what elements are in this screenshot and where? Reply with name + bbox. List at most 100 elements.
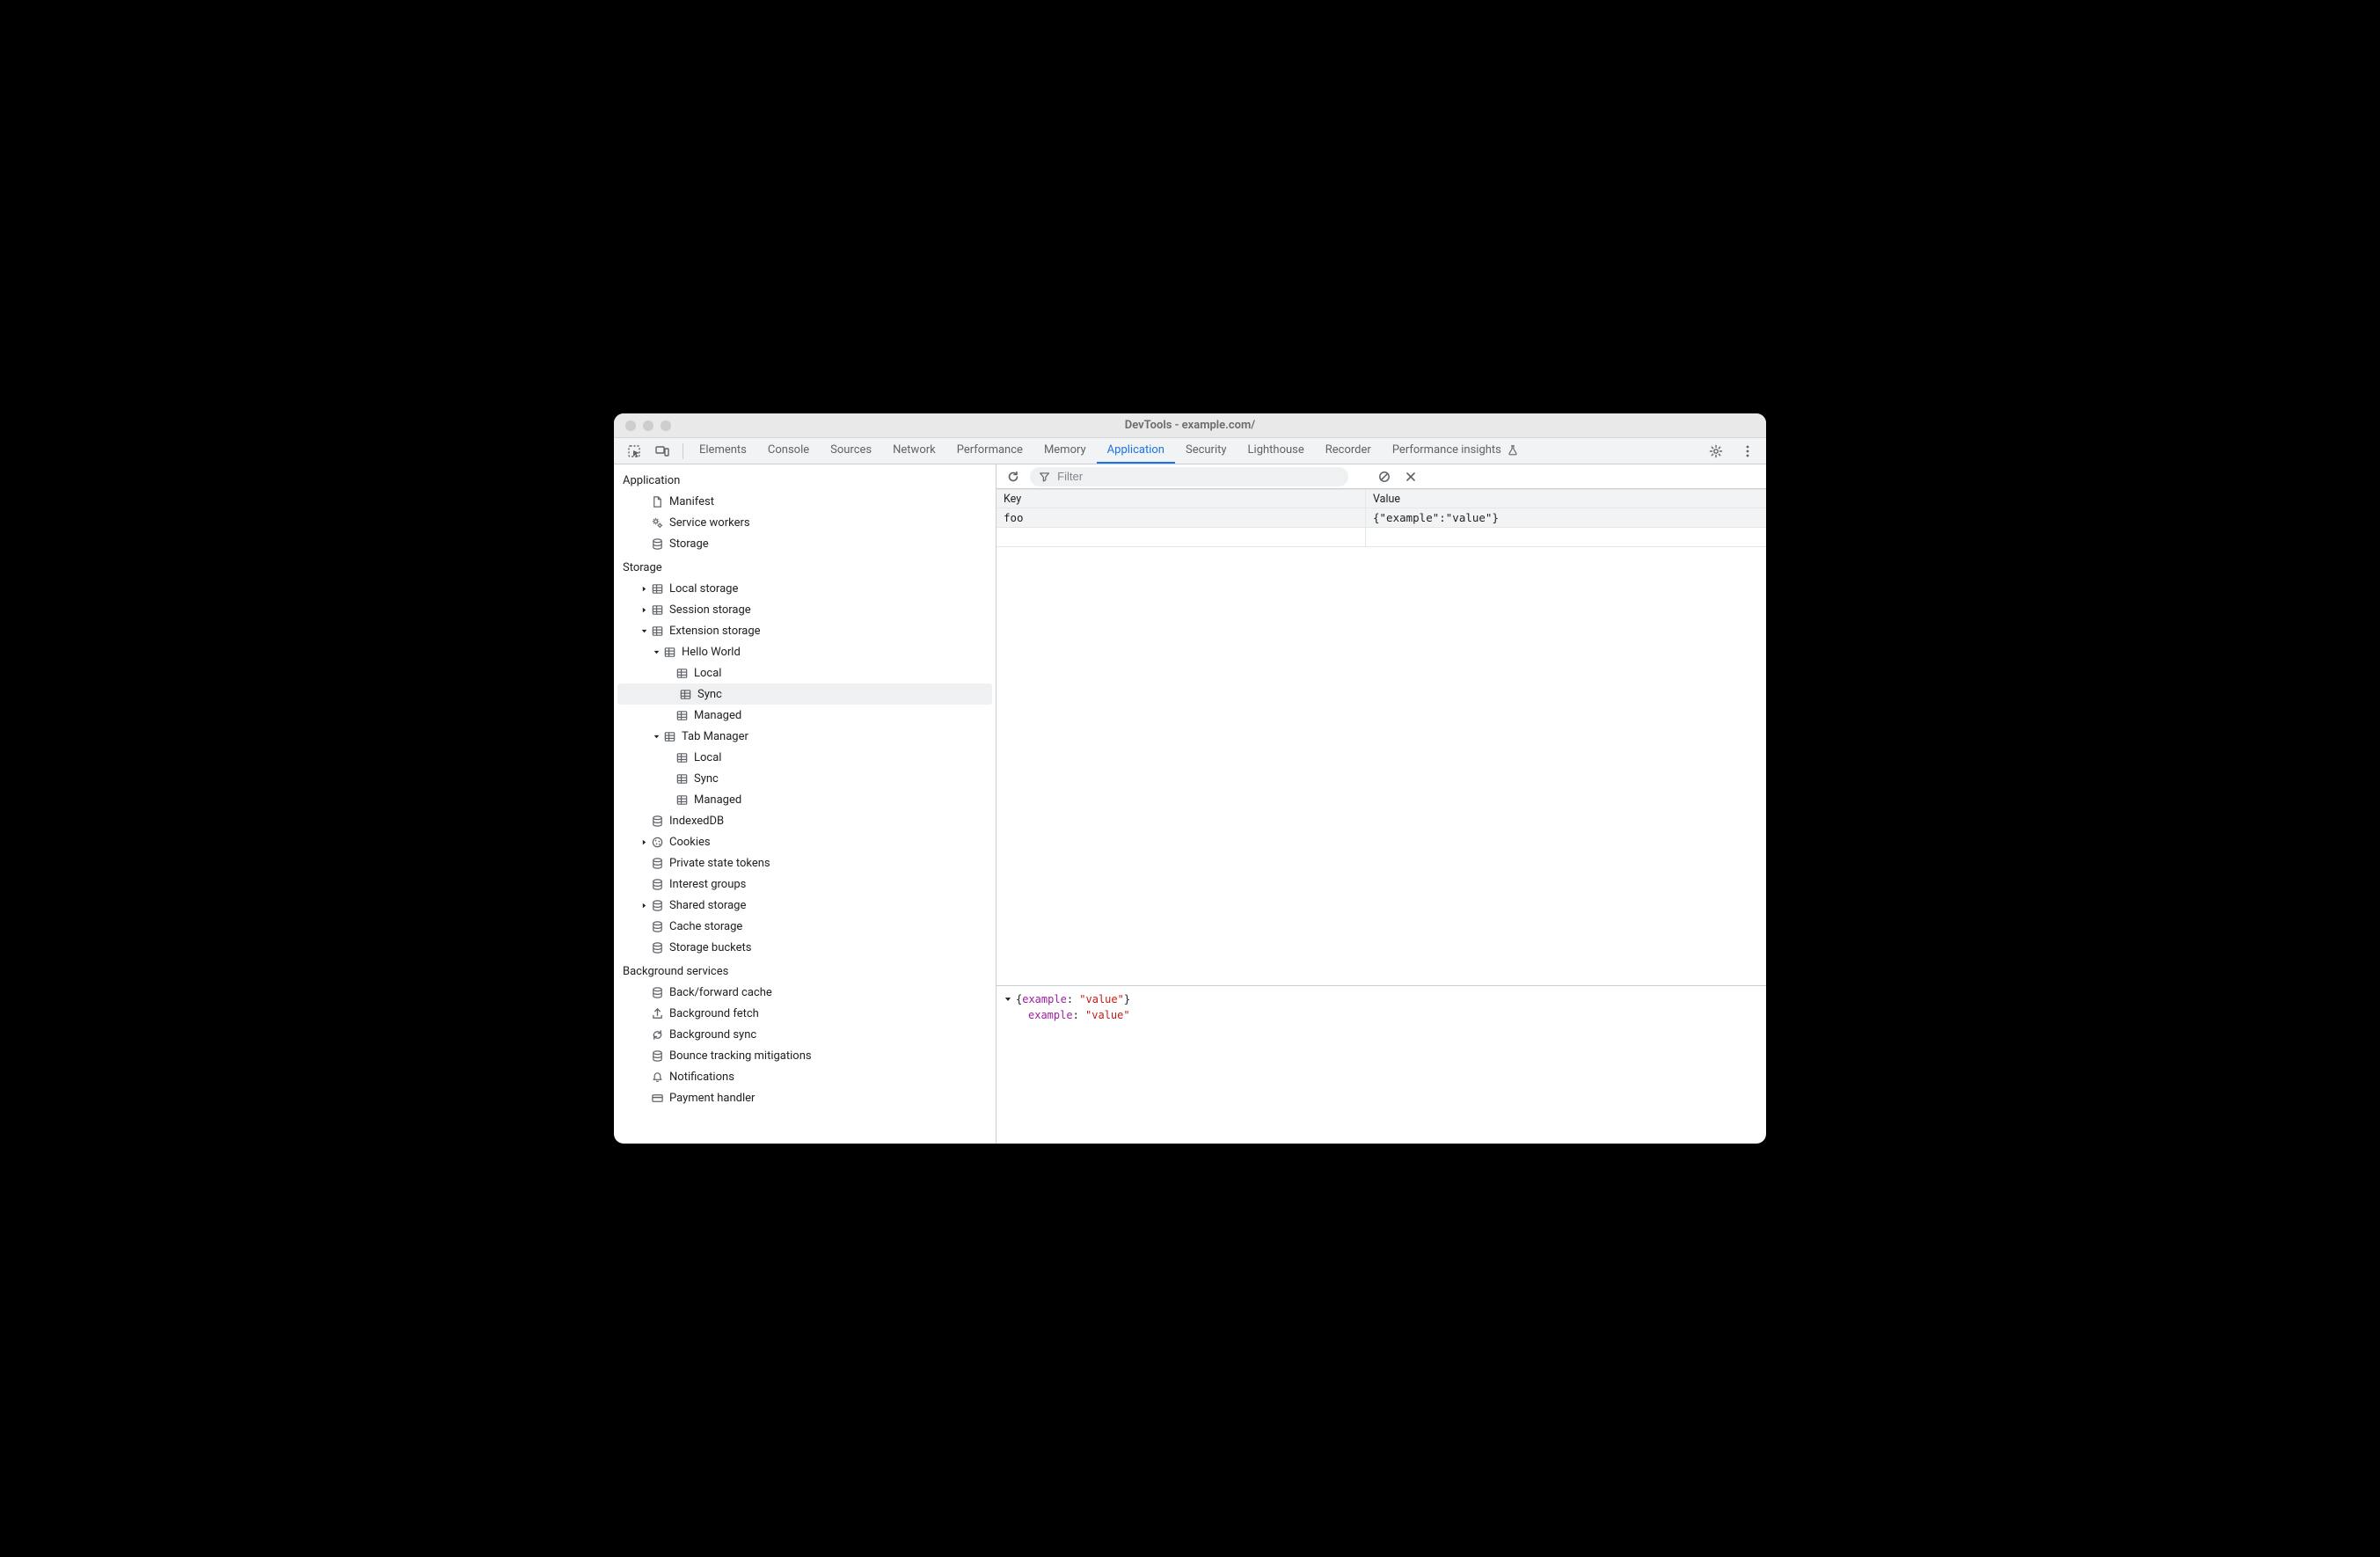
sidebar-item-hello-world[interactable]: Hello World	[614, 641, 996, 662]
sidebar-item-extension-storage[interactable]: Extension storage	[614, 620, 996, 641]
filter-box[interactable]	[1030, 467, 1348, 486]
tab-label: Lighthouse	[1248, 443, 1304, 457]
preview-key: example	[1022, 993, 1067, 1005]
sidebar-item-cache-storage[interactable]: Cache storage	[614, 916, 996, 937]
minimize-window-button[interactable]	[643, 420, 653, 431]
titlebar: DevTools - example.com/	[614, 413, 1766, 438]
disclosure-triangle-icon	[651, 648, 661, 656]
bell-icon	[649, 1071, 665, 1084]
disclosure-triangle-icon	[651, 733, 661, 741]
sidebar-item-notifications[interactable]: Notifications	[614, 1066, 996, 1087]
sidebar-item-indexeddb[interactable]: IndexedDB	[614, 810, 996, 831]
inspect-element-icon[interactable]	[624, 442, 644, 461]
tab-performance[interactable]: Performance	[946, 438, 1033, 464]
sidebar-item-back-forward-cache[interactable]: Back/forward cache	[614, 982, 996, 1003]
close-window-button[interactable]	[625, 420, 636, 431]
disclosure-triangle-icon[interactable]	[1004, 995, 1012, 1004]
sidebar-item-local-storage[interactable]: Local storage	[614, 578, 996, 599]
sidebar-item-payment-handler[interactable]: Payment handler	[614, 1087, 996, 1108]
sidebar-item-local[interactable]: Local	[614, 662, 996, 683]
disclosure-triangle-icon	[639, 627, 649, 635]
tab-sources[interactable]: Sources	[820, 438, 882, 464]
sidebar-item-label: Interest groups	[669, 878, 746, 891]
column-header-value[interactable]: Value	[1366, 490, 1766, 508]
sidebar-item-bounce-tracking-mitigations[interactable]: Bounce tracking mitigations	[614, 1045, 996, 1066]
sync-icon	[649, 1028, 665, 1042]
sidebar-item-label: Sync	[694, 772, 719, 786]
zoom-window-button[interactable]	[661, 420, 671, 431]
tab-label: Application	[1107, 443, 1164, 457]
sidebar-item-label: Storage buckets	[669, 941, 752, 954]
cell-value: {"example":"value"}	[1366, 508, 1766, 527]
tab-label: Performance	[957, 443, 1023, 457]
tab-console[interactable]: Console	[757, 438, 820, 464]
column-header-key[interactable]: Key	[997, 490, 1366, 508]
sidebar-item-manifest[interactable]: Manifest	[614, 491, 996, 512]
tab-recorder[interactable]: Recorder	[1315, 438, 1382, 464]
sidebar-item-tab-manager[interactable]: Tab Manager	[614, 726, 996, 747]
main-area: ApplicationManifestService workersStorag…	[614, 464, 1766, 1144]
sidebar-item-cookies[interactable]: Cookies	[614, 831, 996, 852]
tab-label: Network	[893, 443, 936, 457]
traffic-lights	[614, 420, 671, 431]
device-toolbar-icon[interactable]	[653, 442, 672, 461]
application-sidebar[interactable]: ApplicationManifestService workersStorag…	[614, 464, 997, 1144]
sidebar-item-storage-buckets[interactable]: Storage buckets	[614, 937, 996, 958]
sidebar-item-label: Managed	[694, 793, 741, 807]
sidebar-item-label: Manifest	[669, 495, 714, 508]
sidebar-item-background-sync[interactable]: Background sync	[614, 1024, 996, 1045]
delete-selected-icon[interactable]	[1401, 467, 1420, 486]
sidebar-item-shared-storage[interactable]: Shared storage	[614, 895, 996, 916]
property-key: example	[1028, 1009, 1073, 1021]
sidebar-item-storage[interactable]: Storage	[614, 533, 996, 554]
more-icon[interactable]	[1738, 442, 1757, 461]
tab-performance-insights[interactable]: Performance insights	[1382, 438, 1529, 464]
sidebar-item-managed[interactable]: Managed	[614, 789, 996, 810]
database-icon	[649, 815, 665, 828]
table-icon	[649, 625, 665, 638]
sidebar-item-label: Session storage	[669, 603, 751, 617]
filter-input[interactable]	[1057, 470, 1340, 483]
sidebar-item-background-fetch[interactable]: Background fetch	[614, 1003, 996, 1024]
table-icon	[674, 667, 690, 680]
sidebar-item-sync[interactable]: Sync	[617, 683, 992, 705]
sidebar-item-private-state-tokens[interactable]: Private state tokens	[614, 852, 996, 874]
cookie-icon	[649, 836, 665, 849]
clear-all-icon[interactable]	[1375, 467, 1394, 486]
flask-icon	[1507, 444, 1519, 457]
tab-label: Performance insights	[1392, 443, 1501, 457]
tab-memory[interactable]: Memory	[1033, 438, 1097, 464]
tab-application[interactable]: Application	[1097, 438, 1175, 464]
tab-network[interactable]: Network	[882, 438, 946, 464]
table-icon	[674, 751, 690, 764]
sidebar-item-managed[interactable]: Managed	[614, 705, 996, 726]
sidebar-item-local[interactable]: Local	[614, 747, 996, 768]
table-body[interactable]: foo{"example":"value"}	[997, 508, 1766, 985]
sidebar-item-label: Notifications	[669, 1071, 734, 1084]
value-preview-pane[interactable]: {example: "value"} example: "value"	[997, 985, 1766, 1144]
property-value: "value"	[1085, 1009, 1130, 1021]
tab-lighthouse[interactable]: Lighthouse	[1237, 438, 1315, 464]
sidebar-item-sync[interactable]: Sync	[614, 768, 996, 789]
tab-elements[interactable]: Elements	[689, 438, 757, 464]
refresh-icon[interactable]	[1004, 467, 1023, 486]
tab-security[interactable]: Security	[1175, 438, 1237, 464]
sidebar-item-label: Service workers	[669, 516, 750, 530]
storage-panel: Key Value foo{"example":"value"} {exampl…	[997, 464, 1766, 1144]
sidebar-item-interest-groups[interactable]: Interest groups	[614, 874, 996, 895]
table-row-empty[interactable]	[997, 528, 1766, 547]
sidebar-item-service-workers[interactable]: Service workers	[614, 512, 996, 533]
table-row[interactable]: foo{"example":"value"}	[997, 508, 1766, 528]
storage-table: Key Value foo{"example":"value"}	[997, 489, 1766, 985]
settings-icon[interactable]	[1706, 442, 1726, 461]
table-icon	[649, 603, 665, 617]
table-header-row: Key Value	[997, 489, 1766, 508]
sidebar-item-label: Shared storage	[669, 899, 746, 912]
table-icon	[677, 688, 693, 701]
sidebar-item-label: Storage	[669, 537, 709, 551]
bgfetch-icon	[649, 1007, 665, 1020]
main-tabs-bar: ElementsConsoleSources Network Performance…	[614, 438, 1766, 464]
sidebar-group-storage: Storage	[614, 554, 996, 578]
sidebar-item-session-storage[interactable]: Session storage	[614, 599, 996, 620]
sidebar-item-label: IndexedDB	[669, 815, 724, 828]
